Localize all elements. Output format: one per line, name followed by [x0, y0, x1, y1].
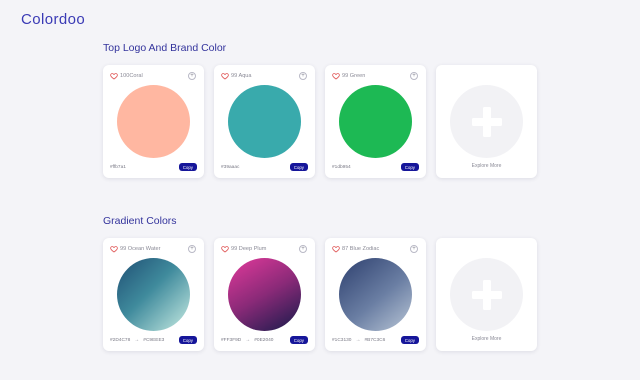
- explore-more-card[interactable]: Explore More: [436, 65, 537, 178]
- color-swatch: [339, 85, 412, 158]
- heart-icon[interactable]: [221, 245, 229, 253]
- color-card-green[interactable]: 99 Green + #1db954 Copy: [325, 65, 426, 178]
- copy-button[interactable]: Copy: [178, 336, 197, 344]
- explore-more-label: Explore More: [471, 336, 502, 342]
- gradient-card-blue-zodiac[interactable]: 87 Blue Zodiac + #1C3130 → #B7C3C6 Copy: [325, 238, 426, 351]
- heart-icon[interactable]: [221, 72, 229, 80]
- hex-to: #B7C3C6: [364, 337, 386, 343]
- card-label: 100Coral: [120, 73, 143, 79]
- heart-icon[interactable]: [332, 72, 340, 80]
- section-title-brand-colors: Top Logo And Brand Color: [103, 42, 227, 54]
- gradient-color-row: 99 Ocean Water + #2D4C78 → #C9EEE3 Copy …: [103, 238, 537, 351]
- card-label: 99 Green: [342, 73, 366, 79]
- heart-icon[interactable]: [110, 245, 118, 253]
- gradient-card-deep-plum[interactable]: 99 Deep Plum + #FF3F9D → #0E2040 Copy: [214, 238, 315, 351]
- add-icon[interactable]: +: [410, 245, 418, 253]
- gradient-card-ocean-water[interactable]: 99 Ocean Water + #2D4C78 → #C9EEE3 Copy: [103, 238, 204, 351]
- add-icon[interactable]: +: [410, 72, 418, 80]
- explore-more-card[interactable]: Explore More: [436, 238, 537, 351]
- hex-from: #FF3F9D: [221, 337, 242, 343]
- arrow-right-icon: →: [355, 337, 361, 343]
- copy-button[interactable]: Copy: [178, 163, 197, 171]
- color-swatch: [228, 85, 301, 158]
- add-icon[interactable]: +: [299, 245, 307, 253]
- hex-to: #0E2040: [254, 337, 274, 343]
- copy-button[interactable]: Copy: [289, 163, 308, 171]
- card-label: 99 Deep Plum: [231, 246, 267, 252]
- gradient-swatch: [117, 258, 190, 331]
- explore-more-label: Explore More: [471, 163, 502, 169]
- heart-icon[interactable]: [332, 245, 340, 253]
- add-icon[interactable]: +: [299, 72, 307, 80]
- card-label: 99 Ocean Water: [120, 246, 161, 252]
- arrow-right-icon: →: [245, 337, 251, 343]
- hex-code: #1db954: [332, 164, 351, 170]
- card-label: 87 Blue Zodiac: [342, 246, 380, 252]
- gradient-swatch: [339, 258, 412, 331]
- copy-button[interactable]: Copy: [400, 336, 419, 344]
- color-swatch: [117, 85, 190, 158]
- hex-from: #1C3130: [332, 337, 352, 343]
- color-card-coral[interactable]: 100Coral + #ffb7a1 Copy: [103, 65, 204, 178]
- plus-icon: [471, 106, 502, 137]
- hex-to: #C9EEE3: [143, 337, 165, 343]
- card-label: 99 Aqua: [231, 73, 252, 79]
- section-title-gradient-colors: Gradient Colors: [103, 215, 177, 227]
- hex-from: #2D4C78: [110, 337, 131, 343]
- add-icon[interactable]: +: [188, 72, 196, 80]
- arrow-right-icon: →: [134, 337, 140, 343]
- copy-button[interactable]: Copy: [400, 163, 419, 171]
- hex-code: #39aaac: [221, 164, 240, 170]
- add-icon[interactable]: +: [188, 245, 196, 253]
- color-card-aqua[interactable]: 99 Aqua + #39aaac Copy: [214, 65, 315, 178]
- plus-icon: [471, 279, 502, 310]
- app-logo[interactable]: Colordoo: [21, 11, 85, 28]
- copy-button[interactable]: Copy: [289, 336, 308, 344]
- hex-code: #ffb7a1: [110, 164, 126, 170]
- gradient-swatch: [228, 258, 301, 331]
- brand-color-row: 100Coral + #ffb7a1 Copy 99 Aqua + #39aaa…: [103, 65, 537, 178]
- heart-icon[interactable]: [110, 72, 118, 80]
